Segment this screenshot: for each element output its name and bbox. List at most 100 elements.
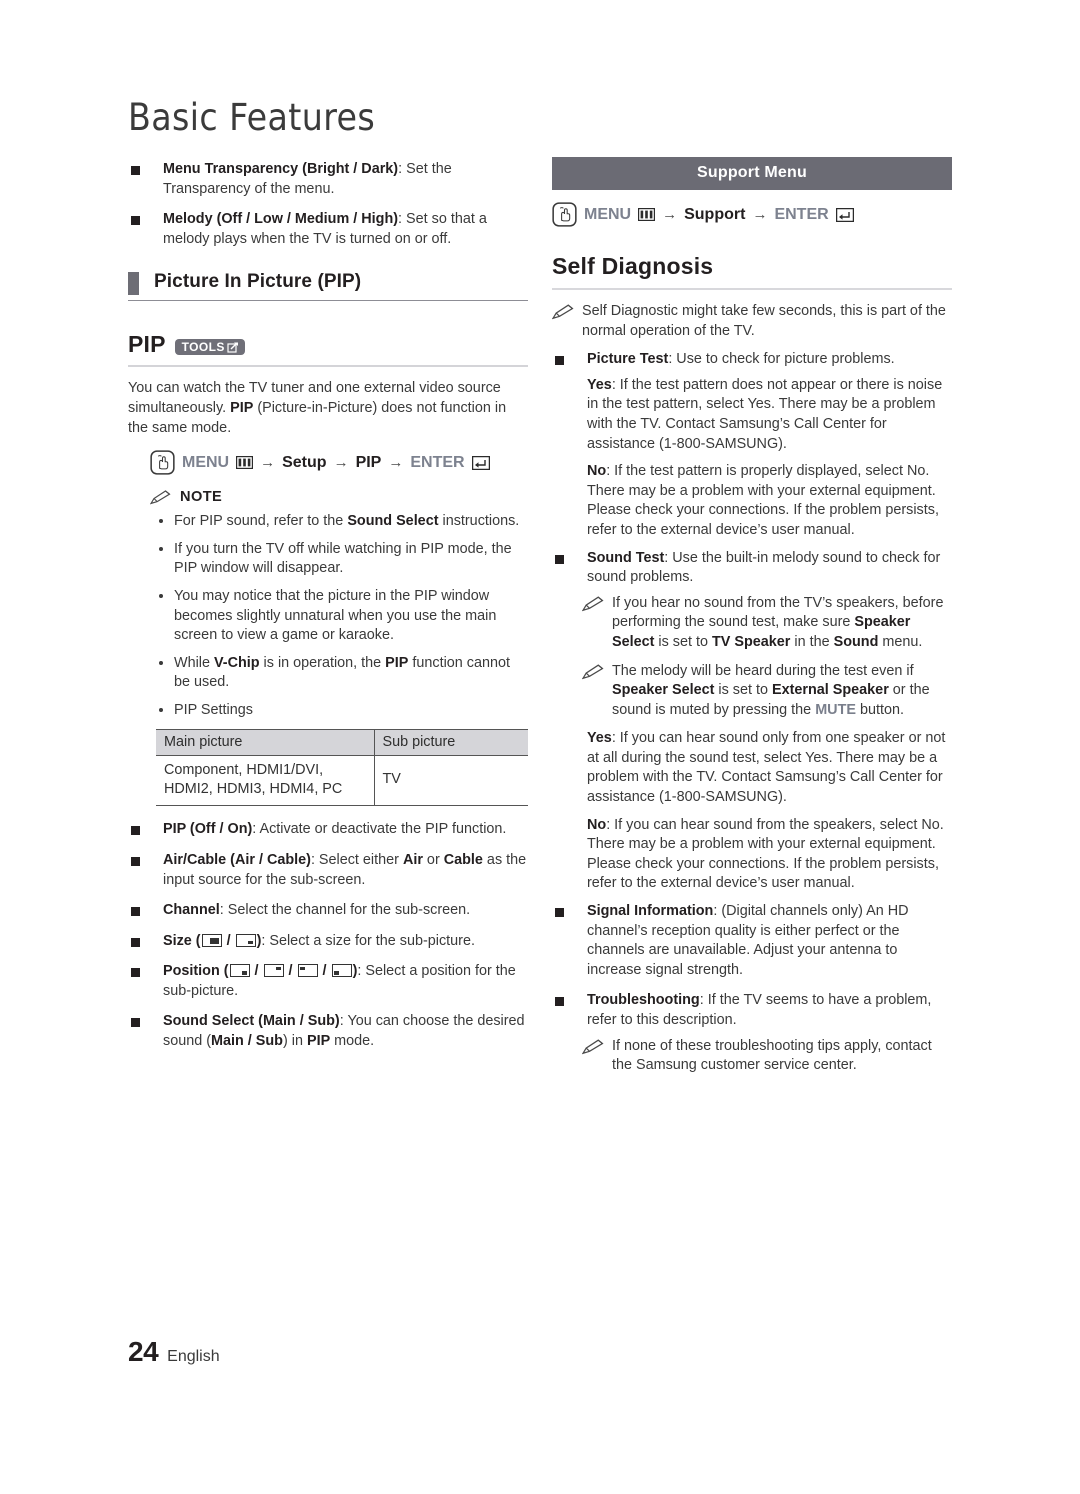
tools-badge-label: TOOLS bbox=[181, 339, 225, 354]
slash: / bbox=[318, 963, 331, 980]
note-item-pip-settings: PIP Settings bbox=[156, 701, 528, 721]
note-item-pre: You may notice that the picture in the P… bbox=[174, 587, 497, 644]
note-item-mid: is in operation, the bbox=[259, 654, 386, 671]
size-large-icon bbox=[201, 933, 222, 947]
enter-key-label: ENTER bbox=[410, 453, 465, 471]
arrow-icon: → bbox=[752, 206, 768, 223]
note-a: The melody will be heard during the test… bbox=[612, 662, 914, 679]
table-cell-main: Component, HDMI1/DVI, HDMI2, HDMI3, HDMI… bbox=[156, 755, 375, 807]
bullet-text2: or bbox=[422, 851, 444, 868]
bullet-text3: mode. bbox=[330, 1033, 375, 1050]
tools-arrow-icon bbox=[227, 342, 238, 353]
bullet-label: Air/Cable (Air / Cable) bbox=[163, 851, 311, 868]
square-bullet-icon bbox=[131, 907, 140, 917]
table-header-sub: Sub picture bbox=[374, 728, 528, 756]
dot-bullet-icon bbox=[159, 660, 163, 665]
yes-text: : If the test pattern does not appear or… bbox=[587, 376, 943, 452]
pencil-icon bbox=[552, 304, 574, 320]
bullet-text: : Activate or deactivate the PIP functio… bbox=[252, 821, 507, 838]
bullet-pip-onoff: PIP (Off / On): Activate or deactivate t… bbox=[128, 820, 528, 840]
bullet-air-cable: Air/Cable (Air / Cable): Select either A… bbox=[128, 851, 528, 890]
left-column: Menu Transparency (Bright / Dark): Set t… bbox=[128, 160, 528, 1063]
bullet-text: : Select either bbox=[310, 851, 403, 868]
square-bullet-icon bbox=[555, 997, 564, 1007]
dot-bullet-icon bbox=[159, 707, 163, 712]
square-bullet-icon bbox=[555, 908, 564, 918]
menu-path-pip: MENU → Setup → PIP → ENTER bbox=[150, 450, 528, 475]
square-bullet-icon bbox=[555, 356, 564, 366]
arrow-icon: → bbox=[260, 454, 276, 472]
bullet-label: Position bbox=[163, 963, 220, 980]
bullet-label: Picture Test bbox=[587, 351, 669, 368]
tools-badge[interactable]: TOOLS bbox=[174, 338, 245, 355]
menu-step-pip: PIP bbox=[355, 453, 382, 471]
no-text: : If you can hear sound from the speaker… bbox=[587, 816, 944, 892]
page-footer: 24 English bbox=[128, 1336, 220, 1368]
note-f: Sound bbox=[833, 633, 879, 650]
no-text: : If the test pattern is properly displa… bbox=[587, 463, 939, 538]
note-item-pre: If you turn the TV off while watching in… bbox=[174, 540, 512, 577]
pip-heading-label: PIP bbox=[128, 331, 166, 358]
bullet-label: Signal Information bbox=[587, 903, 714, 920]
troubleshooting-note-text: If none of these troubleshooting tips ap… bbox=[612, 1037, 932, 1074]
intro-note-text: Self Diagnostic might take few seconds, … bbox=[582, 303, 946, 339]
bullet-sound-select: Sound Select (Main / Sub): You can choos… bbox=[128, 1012, 528, 1051]
table-header-row: Main picture Sub picture bbox=[156, 728, 528, 756]
slash: / bbox=[222, 932, 235, 949]
bullet-label: PIP (Off / On) bbox=[163, 821, 253, 838]
bullet-melody: Melody (Off / Low / Medium / High): Set … bbox=[128, 210, 528, 249]
enter-button-icon bbox=[835, 207, 854, 222]
troubleshooting-note: If none of these troubleshooting tips ap… bbox=[582, 1037, 952, 1076]
bullet-text: : Use to check for picture problems. bbox=[668, 351, 895, 368]
bullet-picture-test: Picture Test: Use to check for picture p… bbox=[552, 350, 952, 370]
menu-key-label: MENU bbox=[182, 453, 230, 471]
note-c: is set to bbox=[654, 633, 712, 650]
bullet-menu-transparency: Menu Transparency (Bright / Dark): Set t… bbox=[128, 160, 528, 199]
yes-label: Yes bbox=[587, 730, 612, 747]
pencil-icon bbox=[582, 663, 604, 679]
dot-bullet-icon bbox=[159, 519, 163, 524]
note-item-post: instructions. bbox=[438, 513, 520, 530]
sound-test-note-2: The melody will be heard during the test… bbox=[582, 662, 952, 721]
pencil-icon bbox=[582, 1039, 604, 1054]
bullet-signal-information: Signal Information: (Digital channels on… bbox=[552, 902, 952, 980]
bullet-paren-open: ( bbox=[219, 963, 229, 980]
self-diagnosis-intro-note: Self Diagnostic might take few seconds, … bbox=[552, 302, 952, 341]
square-bullet-icon bbox=[131, 937, 140, 947]
pip-description: You can watch the TV tuner and one exter… bbox=[128, 379, 528, 438]
note-list: For PIP sound, refer to the Sound Select… bbox=[156, 512, 528, 720]
arrow-icon: → bbox=[662, 206, 678, 223]
bullet-text: : Select the channel for the sub-screen. bbox=[219, 902, 471, 919]
bullet-label: Size bbox=[163, 932, 192, 949]
bullet-label: Troubleshooting bbox=[587, 992, 700, 1009]
remote-hand-icon bbox=[150, 450, 175, 475]
position-bottom-left-icon bbox=[331, 964, 352, 978]
table-header-main: Main picture bbox=[156, 728, 375, 756]
note-d: TV Speaker bbox=[712, 633, 791, 650]
note-e: in the bbox=[790, 633, 834, 650]
pip-desc-b: PIP bbox=[230, 399, 254, 416]
page-language: English bbox=[167, 1348, 220, 1365]
square-bullet-icon bbox=[131, 856, 140, 866]
section-marker-icon bbox=[128, 272, 139, 296]
note-g: menu. bbox=[878, 633, 923, 650]
square-bullet-icon bbox=[555, 554, 564, 564]
bullet-paren-open: ( bbox=[191, 932, 201, 949]
pencil-icon bbox=[150, 489, 171, 505]
square-bullet-icon bbox=[131, 216, 140, 226]
note-item-pre: For PIP sound, refer to the bbox=[174, 513, 348, 530]
picture-test-yes: Yes: If the test pattern does not appear… bbox=[587, 376, 952, 454]
note-item: While V-Chip is in operation, the PIP fu… bbox=[156, 654, 528, 693]
pip-subheading: PIP TOOLS bbox=[128, 331, 528, 368]
bullet-bold-a: Air bbox=[402, 851, 423, 868]
note-item: For PIP sound, refer to the Sound Select… bbox=[156, 512, 528, 532]
square-bullet-icon bbox=[131, 166, 140, 175]
enter-key-label: ENTER bbox=[774, 205, 829, 223]
note-b: Speaker Select bbox=[612, 682, 715, 699]
page-title: Basic Features bbox=[128, 96, 376, 139]
note-item-pre: PIP Settings bbox=[174, 701, 253, 718]
right-column: Support Menu MENU → Support → ENTER Self… bbox=[552, 157, 952, 1085]
arrow-icon: → bbox=[388, 454, 404, 472]
dot-bullet-icon bbox=[159, 593, 163, 598]
no-label: No bbox=[587, 463, 607, 480]
